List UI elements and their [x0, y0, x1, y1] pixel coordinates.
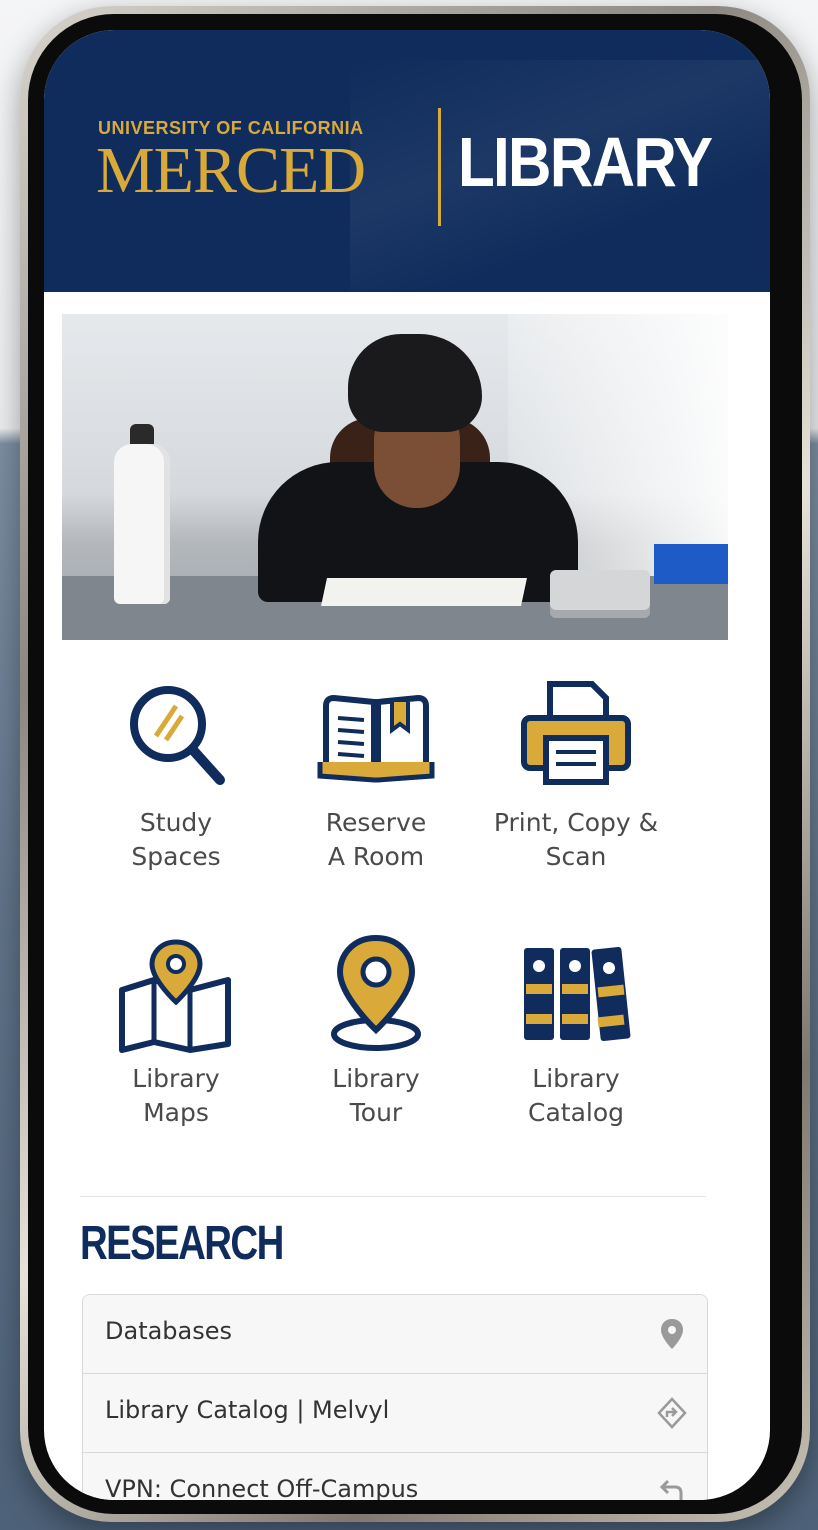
tile-label: Library Catalog — [527, 1064, 624, 1127]
hero-device — [550, 570, 650, 618]
research-list: Databases Library Catalog | Melvyl VPN: … — [82, 1294, 708, 1500]
tile-study-spaces[interactable]: Study Spaces — [76, 678, 276, 908]
hero-water-bottle — [114, 444, 170, 604]
library-header: UNIVERSITY OF CALIFORNIA MERCED LIBRARY — [44, 30, 770, 292]
return-arrow-icon — [659, 1479, 683, 1500]
research-section-title: RESEARCH — [80, 1217, 284, 1270]
tile-print-copy-scan[interactable]: Print, Copy & Scan — [476, 678, 676, 908]
section-divider — [80, 1196, 706, 1197]
directions-icon — [657, 1397, 687, 1429]
list-item-label: VPN: Connect Off-Campus — [105, 1475, 419, 1500]
logo-merced-text: MERCED — [96, 134, 366, 207]
location-pin-icon — [331, 934, 421, 1051]
tile-library-maps[interactable]: Library Maps — [76, 934, 276, 1164]
list-item-databases[interactable]: Databases — [83, 1295, 707, 1374]
tile-label: Library Maps — [132, 1064, 220, 1127]
tile-label: Print, Copy & Scan — [493, 808, 659, 871]
app-screen: UNIVERSITY OF CALIFORNIA MERCED LIBRARY … — [44, 30, 770, 1500]
logo-divider — [438, 108, 441, 226]
tile-label: Reserve A Room — [325, 808, 427, 871]
hero-person-hat — [348, 334, 482, 432]
list-item-label: Databases — [105, 1317, 233, 1345]
hero-blue-objects — [654, 544, 728, 584]
books-icon — [524, 946, 631, 1042]
tile-label: Study Spaces — [131, 808, 221, 871]
list-item-label: Library Catalog | Melvyl — [105, 1396, 390, 1424]
hero-book — [321, 578, 527, 606]
book-bookmark-icon — [317, 694, 435, 783]
tile-library-tour[interactable]: Library Tour — [276, 934, 476, 1164]
logo-library-text: LIBRARY — [458, 123, 713, 201]
tile-reserve-a-room[interactable]: Reserve A Room — [276, 678, 476, 908]
tile-label: Library Tour — [332, 1064, 420, 1127]
list-item-library-catalog-melvyl[interactable]: Library Catalog | Melvyl — [83, 1374, 707, 1453]
printer-icon — [521, 681, 631, 785]
list-item-vpn[interactable]: VPN: Connect Off-Campus — [83, 1453, 707, 1500]
tile-library-catalog[interactable]: Library Catalog — [476, 934, 676, 1164]
map-pin-icon — [119, 939, 231, 1053]
map-marker-icon — [661, 1319, 683, 1349]
magnifier-icon — [130, 686, 225, 785]
hero-image — [62, 314, 728, 640]
